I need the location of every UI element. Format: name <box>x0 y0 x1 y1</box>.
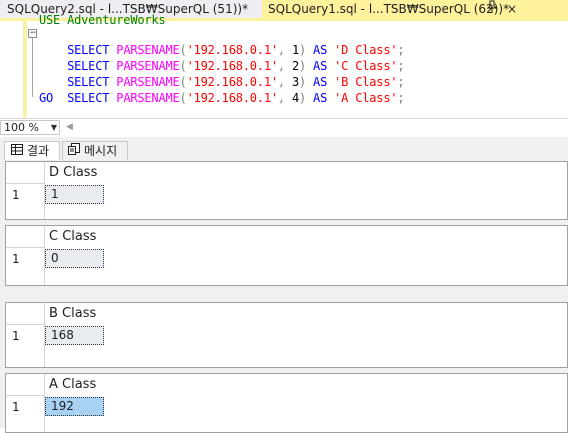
number-literal: 4 <box>291 91 299 105</box>
column-header[interactable]: C Class <box>49 229 96 244</box>
column-header[interactable]: A Class <box>49 377 96 392</box>
result-cell[interactable]: 192 <box>45 397 104 416</box>
scroll-left-icon[interactable]: ◀ <box>66 122 73 132</box>
code-line-3: SELECT PARSENAME('192.168.0.1', 3) AS 'B… <box>39 58 404 89</box>
punct: ( <box>179 91 187 105</box>
header-separator <box>6 247 44 248</box>
result-grid-a-class[interactable]: A Class 1 192 <box>5 373 568 433</box>
result-grid-c-class[interactable]: C Class 1 0 <box>5 225 568 286</box>
result-cell[interactable]: 0 <box>45 249 104 268</box>
query-editor[interactable]: − USE AdventureWorks SELECT PARSENAME('1… <box>0 13 568 118</box>
row-number[interactable]: 1 <box>12 252 20 266</box>
column-header[interactable]: D Class <box>49 165 97 180</box>
chevron-down-icon: ▼ <box>50 123 57 132</box>
punct: ) <box>298 91 307 105</box>
tab-messages-label: 메시지 <box>84 144 118 158</box>
editor-status-bar: 100 % ▼ ◀ <box>0 118 568 137</box>
pin-icon[interactable] <box>486 0 498 18</box>
tab-messages[interactable]: 메시지 <box>62 141 128 160</box>
grid-icon <box>11 142 23 161</box>
function-name: PARSENAME <box>116 91 180 105</box>
collapse-icon[interactable]: − <box>28 29 37 38</box>
zoom-dropdown[interactable]: 100 % ▼ <box>0 120 60 135</box>
header-separator <box>6 183 44 184</box>
results-pane: D Class 1 1 C Class 1 0 B Class 1 168 A … <box>0 161 568 433</box>
tab-sqlquery1-label: SQLQuery1.sql - l...TSB₩SuperQL (62))* <box>268 2 510 16</box>
zoom-value: 100 % <box>4 121 39 134</box>
row-number[interactable]: 1 <box>12 400 20 414</box>
punct: , <box>277 91 285 105</box>
keyword: SELECT <box>67 91 110 105</box>
code-line-2: SELECT PARSENAME('192.168.0.1', 2) AS 'C… <box>39 42 404 73</box>
close-tab-icon[interactable]: × <box>507 0 517 18</box>
outline-guide <box>32 29 33 97</box>
string-literal: 'A Class' <box>334 91 398 105</box>
punct: ; <box>397 91 405 105</box>
code-line-go: GO <box>39 91 54 105</box>
row-number[interactable]: 1 <box>12 329 20 343</box>
keyword: AS <box>313 91 328 105</box>
results-tab-strip: 결과 메시지 <box>0 137 568 161</box>
result-cell[interactable]: 168 <box>45 326 104 345</box>
result-cell[interactable]: 1 <box>45 185 104 204</box>
code-line-4: SELECT PARSENAME('192.168.0.1', 4) AS 'A… <box>39 74 404 105</box>
string-literal: '192.168.0.1' <box>186 91 279 105</box>
code-line-1: SELECT PARSENAME('192.168.0.1', 1) AS 'D… <box>39 26 404 57</box>
tab-results-label: 결과 <box>27 144 50 158</box>
messages-icon <box>68 142 80 161</box>
column-header[interactable]: B Class <box>49 306 96 321</box>
header-separator <box>6 324 44 325</box>
result-grid-b-class[interactable]: B Class 1 168 <box>5 302 568 368</box>
tab-results[interactable]: 결과 <box>4 141 60 160</box>
tab-sqlquery1[interactable]: SQLQuery1.sql - l...TSB₩SuperQL (62))* × <box>262 0 568 18</box>
header-separator <box>6 395 44 396</box>
change-tracking-margin <box>23 21 27 118</box>
result-grid-d-class[interactable]: D Class 1 1 <box>5 161 568 220</box>
row-number[interactable]: 1 <box>12 188 20 202</box>
